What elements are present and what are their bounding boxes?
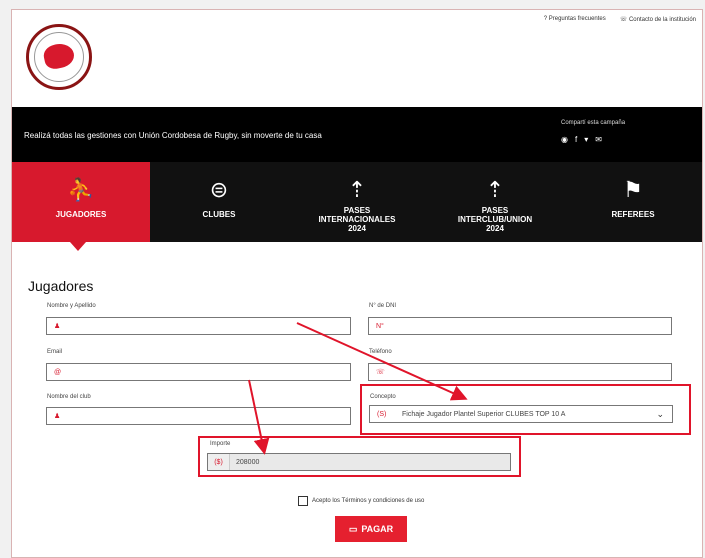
annotation-arrows xyxy=(248,322,468,455)
arrow-to-concept xyxy=(296,322,468,401)
browser-frame: ? Preguntas frecuentes ☏ Contacto de la … xyxy=(11,9,703,558)
arrow-to-amount xyxy=(248,379,270,455)
